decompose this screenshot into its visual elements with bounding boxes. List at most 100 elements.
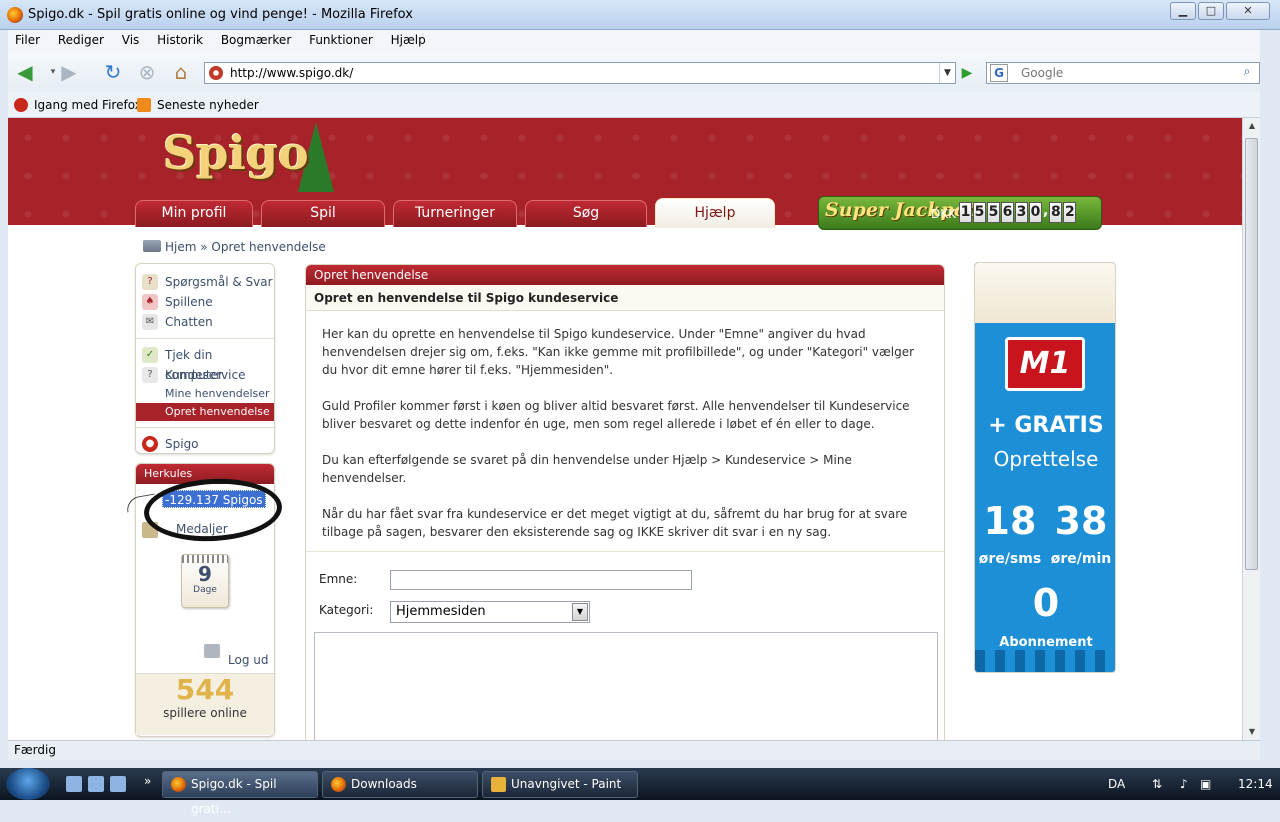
games-icon: ♠ [142,294,158,310]
kategori-label: Kategori: [319,603,374,617]
menu-funktioner[interactable]: Funktioner [302,30,380,50]
maximize-button[interactable]: □ [1198,2,1224,20]
ad-unit-sms: øre/sms [978,551,1042,567]
scroll-up-icon[interactable]: ▲ [1243,118,1261,134]
bookmark-igang-med-firefox[interactable]: Igang med Firefox [34,98,142,112]
show-desktop-icon[interactable] [66,776,82,792]
sidebar-item-chatten[interactable]: ✉ Chatten [136,312,274,332]
tab-min-profil[interactable]: Min profil [135,200,253,227]
menu-historik[interactable]: Historik [150,30,210,50]
close-button[interactable]: ✕ [1226,2,1270,20]
forward-icon[interactable]: ▶ [56,60,82,84]
info-paragraph: Guld Profiler kommer først i køen og bli… [322,399,910,431]
info-paragraph: Du kan efterfølgende se svaret på din he… [322,453,852,485]
jackpot-digit: 1 [959,202,972,223]
ad-price-sms: 18 [983,499,1037,543]
paint-icon [491,777,506,792]
logout-icon [204,644,220,658]
chevron-down-icon[interactable]: ▼ [572,603,588,621]
reload-icon[interactable]: ↻ [100,60,126,84]
main-panel: Opret henvendelse Opret en henvendelse t… [305,264,945,740]
taskbar-downloads[interactable]: Downloads [322,771,478,798]
clock[interactable]: 12:14 [1238,777,1273,791]
navigation-toolbar: ◀ ▾ ▶ ↻ ⊗ ⌂ http://www.spigo.dk/ ▼ ▶ G ⌕ [8,52,1260,92]
go-icon[interactable]: ▶ [956,62,978,84]
sidebar-item-faq[interactable]: ? Spørgsmål & Svar [136,272,274,292]
jackpot-digit: 3 [1015,202,1028,223]
menu-filer[interactable]: Filer [8,30,47,50]
tab-spil[interactable]: Spil [261,200,385,227]
quicklaunch-app-icon[interactable] [110,776,126,792]
tab-turneringer[interactable]: Turneringer [393,200,517,227]
logout-link[interactable]: Log ud [228,653,268,667]
ad-gratis: + GRATIS [988,413,1104,438]
network-icon[interactable]: ⇅ [1152,777,1162,791]
menu-vis[interactable]: Vis [115,30,147,50]
jackpot-digit: 5 [987,202,1000,223]
menu-hjaelp[interactable]: Hjælp [384,30,433,50]
language-indicator[interactable]: DA [1108,777,1125,791]
spigo-logo[interactable]: Spigo [163,126,309,180]
sidebar-item-kundeservice[interactable]: ? Kundeservice [136,365,274,385]
window-titlebar: Spigo.dk - Spil gratis online og vind pe… [0,0,1280,30]
tab-sog[interactable]: Søg [525,200,647,227]
m1-advertisement[interactable]: M1 + GRATIS Oprettelse 18 38 øre/sms øre… [974,262,1116,673]
google-engine-icon[interactable]: G [990,64,1008,82]
bookmark-seneste-nyheder[interactable]: Seneste nyheder [157,98,259,112]
jackpot-decimal-separator: , [1043,203,1049,219]
site-header: Spigo Min profil Spil Turneringer Søg Hj… [8,118,1242,230]
window-switcher-icon[interactable] [88,776,104,792]
ad-wave-decoration [975,650,1115,672]
vertical-scrollbar[interactable]: ▲ ▼ [1242,118,1260,740]
message-textarea[interactable] [314,632,938,740]
breadcrumb-home[interactable]: Hjem [165,240,196,254]
question-icon: ? [142,274,158,290]
site-favicon-icon [209,66,223,80]
search-bar: G ⌕ [986,62,1260,84]
scroll-thumb[interactable] [1245,138,1258,570]
tray-icon[interactable]: ▣ [1200,777,1211,791]
sitemap-icon [143,240,161,252]
ad-header [975,263,1115,323]
sidebar-subitem-mine-henvendelser[interactable]: Mine henvendelser [136,385,274,403]
address-dropdown-icon[interactable]: ▼ [939,63,955,83]
taskbar-label: Unavngivet - Paint [511,777,622,791]
sidebar-subitem-opret-henvendelse[interactable]: Opret henvendelse [136,403,274,421]
quicklaunch-more-icon[interactable]: » [144,774,151,788]
scroll-down-icon[interactable]: ▼ [1243,724,1261,740]
stop-icon[interactable]: ⊗ [134,60,160,84]
minimize-button[interactable]: ▁ [1170,2,1196,20]
menu-bogmaerker[interactable]: Bogmærker [214,30,298,50]
checkmark-icon: ✓ [142,347,158,363]
address-bar[interactable]: http://www.spigo.dk/ ▼ [204,62,956,84]
sidebar-item-spillene[interactable]: ♠ Spillene [136,292,274,312]
start-button[interactable] [6,768,50,800]
jackpot-digit: 0 [1029,202,1042,223]
page-content: Spigo Min profil Spil Turneringer Søg Hj… [8,118,1242,740]
search-icon[interactable]: ⌕ [1237,64,1257,82]
jackpot-amount: 1 5 5 6 3 0 , 8 2 [959,202,1077,223]
tab-hjaelp[interactable]: Hjælp [655,198,775,228]
address-url: http://www.spigo.dk/ [230,66,354,80]
taskbar-firefox[interactable]: Spigo.dk - Spil grati... [162,771,318,816]
back-icon[interactable]: ◀ [12,60,38,84]
breadcrumb-current[interactable]: Opret henvendelse [211,240,325,254]
emne-field[interactable] [390,570,692,590]
kategori-select[interactable]: Hjemmesiden ▼ [390,601,590,623]
ad-price-subscription: 0 [1032,581,1060,625]
jackpot-currency: DKK [931,207,956,221]
sidebar-item-label: Spørgsmål & Svar [165,275,273,289]
menu-rediger[interactable]: Rediger [51,30,111,50]
status-bar: Færdig [8,740,1260,760]
volume-icon[interactable]: ♪ [1180,777,1188,791]
calendar-icon: 9 Dage [181,554,229,608]
sidebar-item-spigo[interactable]: ● Spigo [136,434,274,454]
taskbar-paint[interactable]: Unavngivet - Paint [482,771,638,798]
home-icon[interactable]: ⌂ [168,60,194,84]
help-menu: ? Spørgsmål & Svar ♠ Spillene ✉ Chatten ✓ Tj… [135,263,275,454]
ticket-form: Emne: Kategori: Hjemmesiden ▼ [306,551,944,740]
super-jackpot[interactable]: Super Jackpot! DKK 1 5 5 6 3 0 , 8 2 [818,196,1102,230]
status-text: Færdig [14,743,56,757]
search-input[interactable] [1021,65,1221,81]
sidebar-item-tjek-computer[interactable]: ✓ Tjek din computer [136,345,274,382]
